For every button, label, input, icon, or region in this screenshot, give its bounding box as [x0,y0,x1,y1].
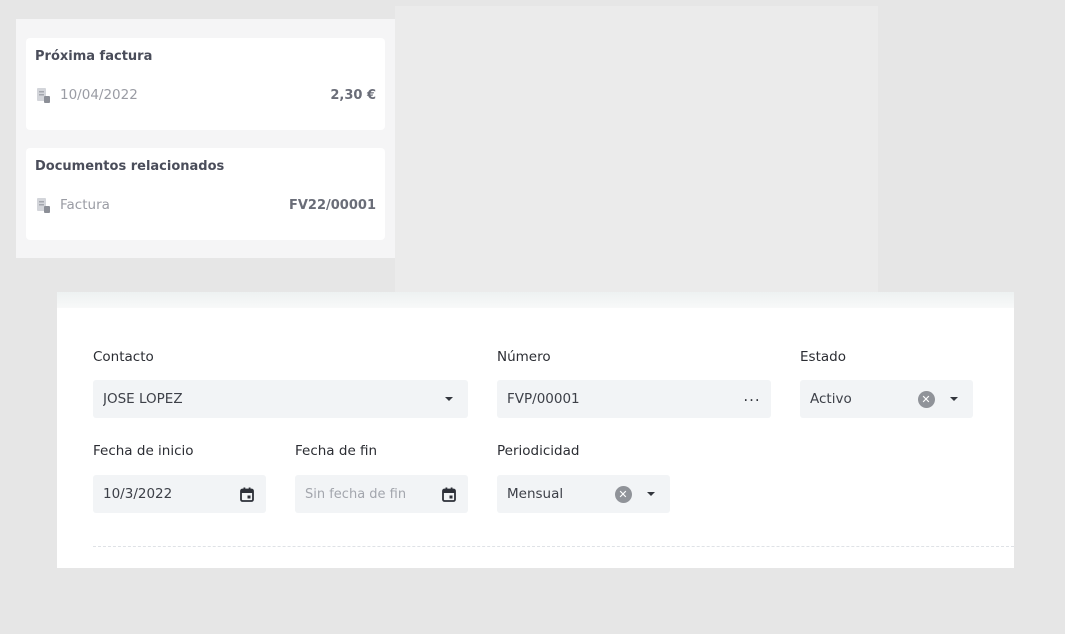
clear-icon[interactable]: ✕ [610,481,636,507]
fecha-fin-placeholder: Sin fecha de fin [305,486,407,502]
next-invoice-row[interactable]: 10/04/2022 2,30 € [35,85,376,105]
estado-value: Activo [810,391,852,407]
estado-label: Estado [800,349,846,365]
next-invoice-amount: 2,30 € [330,87,376,103]
next-invoice-card: Próxima factura 10/04/2022 2,30 € [26,38,385,130]
contacto-select[interactable]: JOSE LOPEZ [93,380,468,418]
related-document-number: FV22/00001 [288,197,376,213]
subscription-form: Contacto JOSE LOPEZ Número FVP/00001 ...… [57,292,1014,568]
fecha-inicio-label: Fecha de inicio [93,443,194,459]
related-documents-title: Documentos relacionados [35,159,225,174]
clear-icon[interactable]: ✕ [913,386,939,412]
fecha-fin-input[interactable]: Sin fecha de fin [295,475,468,513]
related-documents-card: Documentos relacionados Factura FV22/000… [26,148,385,240]
contacto-label: Contacto [93,349,154,365]
estado-select[interactable]: Activo ✕ [800,380,973,418]
form-divider [93,546,1014,547]
contacto-value: JOSE LOPEZ [103,391,183,407]
calendar-icon[interactable] [436,481,462,507]
chevron-down-icon[interactable] [436,386,462,412]
chevron-down-icon[interactable] [638,481,664,507]
periodicidad-label: Periodicidad [497,443,580,459]
form-header-strip [57,292,1014,308]
document-icon [35,197,51,214]
fecha-fin-label: Fecha de fin [295,443,378,459]
fecha-inicio-value: 10/3/2022 [103,486,173,502]
calendar-icon[interactable] [234,481,260,507]
chevron-down-icon[interactable] [941,386,967,412]
sidebar-cards: Próxima factura 10/04/2022 2,30 € Docume… [16,19,395,258]
document-icon [35,87,51,104]
periodicidad-select[interactable]: Mensual ✕ [497,475,670,513]
numero-value: FVP/00001 [507,391,580,407]
next-invoice-date: 10/04/2022 [60,87,138,103]
related-document-row[interactable]: Factura FV22/00001 [35,195,376,215]
next-invoice-title: Próxima factura [35,49,153,64]
ellipsis-icon[interactable]: ... [739,386,765,412]
periodicidad-value: Mensual [507,486,564,502]
background-panel [395,6,878,292]
related-document-type: Factura [60,197,110,213]
numero-label: Número [497,349,551,365]
numero-field[interactable]: FVP/00001 ... [497,380,771,418]
fecha-inicio-input[interactable]: 10/3/2022 [93,475,266,513]
